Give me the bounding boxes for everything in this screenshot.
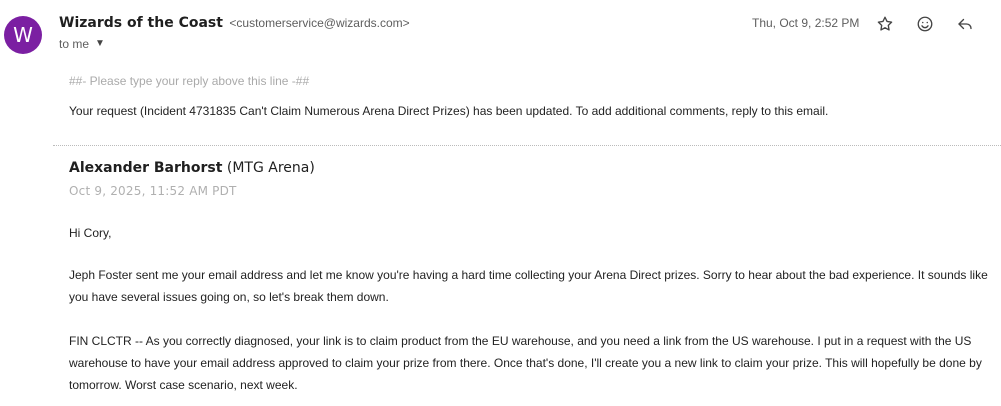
paragraph-line: tomorrow. Worst case scenario, next week…	[69, 378, 298, 392]
body-paragraph-fin-clctr: FIN CLCTR -- As you correctly diagnosed,…	[69, 330, 989, 396]
recipient-details[interactable]: to me ▼	[59, 37, 105, 51]
sender-line: Wizards of the Coast <customerservice@wi…	[59, 14, 410, 32]
chevron-down-icon[interactable]: ▼	[95, 39, 105, 49]
reply-above-marker: ##- Please type your reply above this li…	[69, 74, 310, 88]
request-update-notice: Your request (Incident 4731835 Can't Cla…	[69, 104, 829, 118]
reply-icon[interactable]	[954, 13, 976, 35]
sender-email: <customerservice@wizards.com>	[229, 16, 410, 30]
sender-name[interactable]: Wizards of the Coast	[59, 15, 223, 31]
agent-header: Alexander Barhorst (MTG Arena)	[69, 160, 315, 176]
star-icon[interactable]	[874, 13, 896, 35]
paragraph-line: warehouse to have your email address app…	[69, 356, 982, 370]
sender-avatar[interactable]: W	[4, 16, 42, 54]
agent-timestamp: Oct 9, 2025, 11:52 AM PDT	[69, 184, 237, 198]
email-date: Thu, Oct 9, 2:52 PM	[752, 16, 860, 30]
paragraph-line: you have several issues going on, so let…	[69, 290, 389, 304]
greeting: Hi Cory,	[69, 226, 112, 240]
agent-org: (MTG Arena)	[226, 160, 315, 176]
emoji-icon[interactable]	[914, 13, 936, 35]
paragraph-line: Jeph Foster sent me your email address a…	[69, 268, 988, 282]
agent-name: Alexander Barhorst	[69, 160, 223, 176]
body-paragraph-intro: Jeph Foster sent me your email address a…	[69, 264, 989, 308]
recipient-label: to me	[59, 37, 90, 51]
message-divider	[53, 145, 1001, 146]
paragraph-line: FIN CLCTR -- As you correctly diagnosed,…	[69, 334, 972, 348]
